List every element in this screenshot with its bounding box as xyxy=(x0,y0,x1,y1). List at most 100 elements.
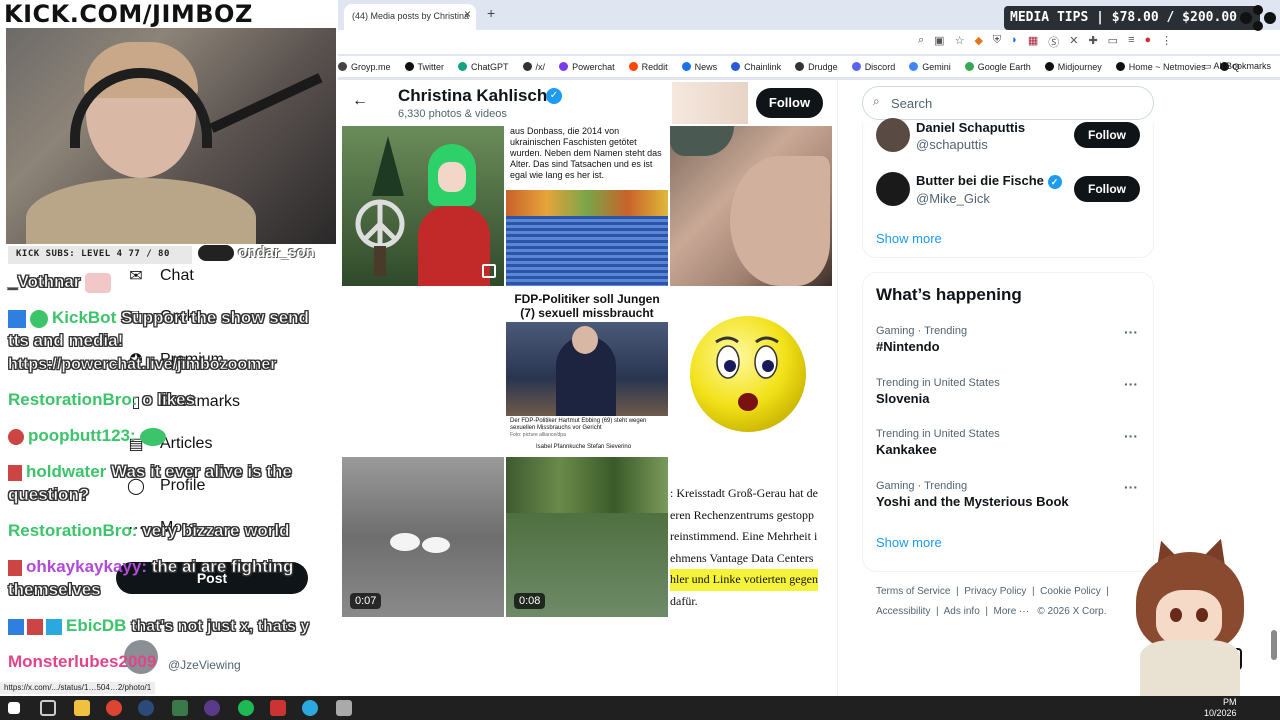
badge-icon xyxy=(46,618,62,635)
metamask-icon[interactable]: ◆ xyxy=(974,34,982,50)
chat-line: EbicDB that's not just x, thats y xyxy=(8,614,348,637)
back-arrow-icon[interactable]: ← xyxy=(352,92,368,110)
footer-link[interactable]: Terms of Service xyxy=(876,586,950,597)
search-input[interactable]: Search xyxy=(862,86,1154,120)
show-more-link[interactable]: Show more xyxy=(876,231,942,246)
bookmark-item[interactable]: Groyp.me xyxy=(338,62,391,72)
trend-item[interactable]: Gaming · Trending #Nintendo xyxy=(876,325,967,354)
footer-link[interactable]: Ads info xyxy=(944,606,980,617)
obs-icon[interactable] xyxy=(204,700,220,716)
tab-close-icon[interactable]: × xyxy=(464,7,471,21)
cast-icon[interactable]: ▭ xyxy=(1108,34,1118,50)
kebab-icon[interactable]: ⋮ xyxy=(1161,34,1172,50)
media-tile-article[interactable]: : Kreisstadt Groß-Gerau hat de eren Rech… xyxy=(670,457,832,617)
emote-icon xyxy=(85,272,112,293)
footer-link[interactable]: Cookie Policy xyxy=(1040,586,1101,597)
main-column-divider xyxy=(837,80,838,696)
bookmark-item[interactable]: Chainlink xyxy=(731,62,781,72)
footer-link[interactable]: More ··· xyxy=(994,606,1030,617)
bookmark-item[interactable]: Google Earth xyxy=(964,62,1031,72)
bookmark-item[interactable]: Reddit xyxy=(628,62,668,72)
bookmark-item[interactable]: /x/ xyxy=(522,62,545,72)
chat-line: tts and media! xyxy=(8,331,124,351)
trend-item[interactable]: Trending in United States Kankakee xyxy=(876,428,1000,457)
flowers-image xyxy=(506,190,668,216)
avatar[interactable] xyxy=(876,172,910,206)
follow-button[interactable]: Follow xyxy=(1074,176,1140,202)
avatar[interactable] xyxy=(876,118,910,152)
more-options-icon[interactable]: ··· xyxy=(1124,376,1138,392)
scrollbar[interactable] xyxy=(1271,630,1277,660)
follow-button[interactable]: Follow xyxy=(1074,122,1140,148)
media-tile-pond[interactable]: 0:08 xyxy=(506,457,668,617)
bookmark-label: Groyp.me xyxy=(351,61,391,72)
more-options-icon[interactable]: ··· xyxy=(1124,479,1138,495)
bookmark-item[interactable]: News xyxy=(681,62,717,72)
media-tile-peace[interactable] xyxy=(342,126,504,286)
swan-icon xyxy=(390,533,420,551)
extension-icon[interactable]: ▦ xyxy=(1028,34,1038,50)
spotify-icon[interactable] xyxy=(238,700,254,716)
profile-icon[interactable]: ● xyxy=(1145,34,1152,50)
politician-head xyxy=(572,326,598,354)
nose-shape xyxy=(730,156,830,286)
audio-icon[interactable]: ◗ xyxy=(1011,34,1018,50)
menu-icon[interactable]: ≡ xyxy=(1128,34,1134,50)
bookmark-item[interactable]: Home ~ Netmovies xyxy=(1115,62,1206,72)
app-icon[interactable] xyxy=(270,700,286,716)
bookmark-item[interactable]: Drudge xyxy=(795,62,838,72)
bookmark-item[interactable]: Gemini xyxy=(909,62,951,72)
suggested-name[interactable]: Butter bei die Fische ✓ xyxy=(916,173,1062,189)
shield-icon[interactable]: ⛨ xyxy=(993,34,1001,50)
media-tile-emoji[interactable] xyxy=(670,292,832,452)
article-text: : Kreisstadt Groß-Gerau hat de eren Rech… xyxy=(670,486,818,608)
app-icon[interactable] xyxy=(172,700,188,716)
x-icon[interactable]: ✕ xyxy=(1069,34,1078,50)
search-icon[interactable] xyxy=(40,700,56,716)
file-explorer-icon[interactable] xyxy=(74,700,90,716)
more-options-icon[interactable]: ··· xyxy=(1124,428,1138,444)
footer-link[interactable]: Privacy Policy xyxy=(964,586,1026,597)
steam-icon[interactable] xyxy=(138,700,154,716)
media-tile-donbass[interactable]: aus Donbass, die 2014 von ukrainischen F… xyxy=(506,126,668,286)
star-icon[interactable]: ☆ xyxy=(955,34,965,50)
telegram-icon[interactable] xyxy=(302,700,318,716)
chrome-icon[interactable] xyxy=(106,700,122,716)
app-icon[interactable] xyxy=(336,700,352,716)
s-icon[interactable]: Ⓢ xyxy=(1048,34,1059,50)
chat-line: holdwater Was it ever alive is the xyxy=(8,460,348,483)
zoom-icon[interactable]: ⌕ xyxy=(918,34,924,50)
bookmark-item[interactable]: Discord xyxy=(851,62,895,72)
bookmark-item[interactable]: Midjourney xyxy=(1044,62,1102,72)
bookmark-favicon-icon xyxy=(851,62,861,71)
follow-button[interactable]: Follow xyxy=(756,88,823,118)
tab-active[interactable]: (44) Media posts by Christina xyxy=(344,4,476,30)
all-bookmarks-button[interactable]: ▭ All Bookmarks xyxy=(1203,61,1271,72)
trend-item[interactable]: Gaming · Trending Yoshi and the Mysterio… xyxy=(876,480,1069,509)
show-more-link[interactable]: Show more xyxy=(876,535,942,550)
chat-line: question? xyxy=(8,485,90,505)
footer-link[interactable]: Accessibility xyxy=(876,606,930,617)
windows-start-icon[interactable] xyxy=(8,702,20,714)
trend-item[interactable]: Trending in United States Slovenia xyxy=(876,377,1000,406)
bookmark-item[interactable]: Powerchat xyxy=(559,62,615,72)
puzzle-icon[interactable]: ✚ xyxy=(1088,34,1097,50)
media-tile-tear[interactable] xyxy=(670,126,832,286)
suggested-handle: @schaputtis xyxy=(916,137,988,152)
chat-line: KickBot Support the show send xyxy=(8,306,348,329)
chat-line: Monsterlubes2009 xyxy=(8,652,157,671)
suggested-name[interactable]: Daniel Schaputtis xyxy=(916,120,1025,135)
bookmark-favicon-icon xyxy=(404,62,414,71)
new-tab-button[interactable]: + xyxy=(487,5,495,21)
verified-icon: ✓ xyxy=(546,88,562,104)
bookmark-label: Chainlink xyxy=(744,61,782,72)
kick-subs-bar: KICK SUBS: LEVEL 4 77 / 80 xyxy=(8,246,192,264)
more-options-icon[interactable]: ··· xyxy=(1124,324,1138,340)
bookmark-item[interactable]: Twitter xyxy=(404,62,444,72)
chat-line: poopbutt123: xyxy=(8,424,348,447)
webcam-body xyxy=(26,178,256,244)
media-tile-swans[interactable]: 0:07 xyxy=(342,457,504,617)
bookmark-item[interactable]: ChatGPT xyxy=(458,62,509,72)
screenshot-icon[interactable]: ▣ xyxy=(934,34,944,50)
media-tile-fdp[interactable]: FDP-Politiker soll Jungen (7) sexuell mi… xyxy=(506,292,668,452)
